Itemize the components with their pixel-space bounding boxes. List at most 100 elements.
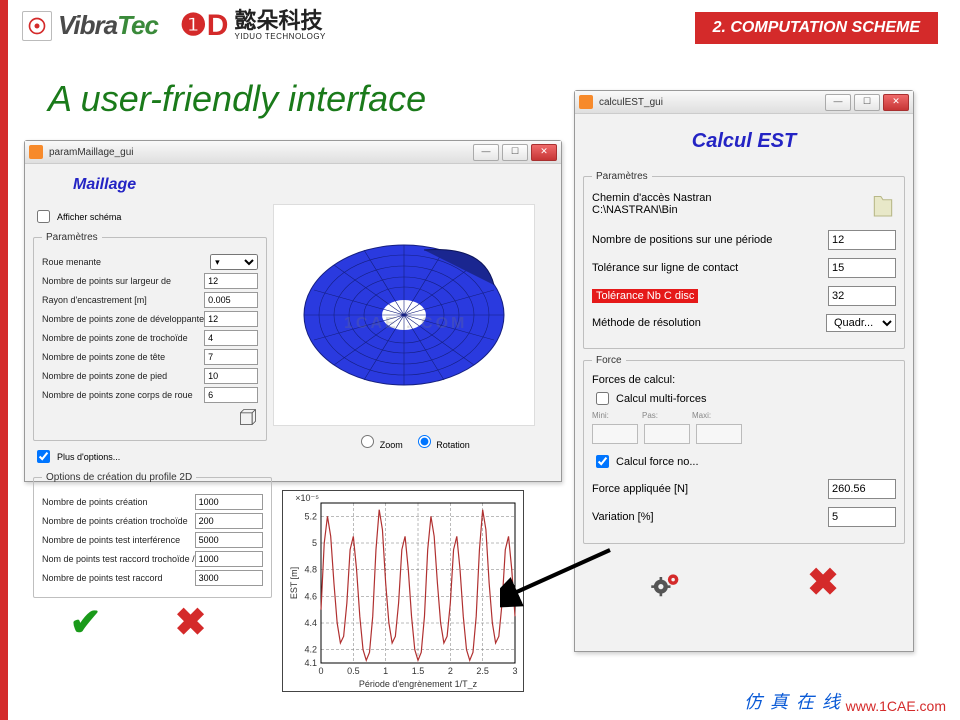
mini-input	[592, 424, 638, 444]
yiduo-icon: ❶D	[180, 8, 229, 43]
window-maillage: paramMaillage_gui — ☐ ✕ Maillage Affiche…	[24, 140, 562, 482]
view-mode-radios: Zoom Rotation	[273, 432, 553, 450]
close-button[interactable]: ✕	[883, 94, 909, 111]
radio-rotation[interactable]: Rotation	[413, 432, 470, 450]
window-title: paramMaillage_gui	[49, 147, 134, 158]
svg-text:1.5: 1.5	[412, 666, 425, 676]
svg-text:5.2: 5.2	[304, 511, 317, 521]
option-input-1[interactable]	[195, 513, 263, 529]
maximize-button[interactable]: ☐	[502, 144, 528, 161]
option-input-0[interactable]	[195, 494, 263, 510]
checkbox-afficher[interactable]: Afficher schéma	[33, 207, 243, 226]
param-input-6[interactable]	[204, 387, 258, 403]
accent-bar	[0, 0, 8, 720]
checkbox-plus-options[interactable]: Plus d'options...	[33, 447, 243, 466]
param-label: Nombre de points zone de développante	[42, 314, 204, 324]
param-label: Nombre de points sur largeur de	[42, 276, 204, 286]
roue-select[interactable]: ▾	[210, 254, 258, 270]
tolerance-nb-label: Tolérance Nb C disc	[592, 290, 828, 302]
variation-label: Variation [%]	[592, 511, 828, 523]
fieldset-calc-params: Paramètres Chemin d'accès Nastran C:\NAS…	[583, 171, 905, 349]
titlebar-calculest: calculEST_gui — ☐ ✕	[575, 91, 913, 114]
option-label: Nombre de points création	[42, 497, 195, 507]
tolerance-contact-input[interactable]	[828, 258, 896, 278]
svg-text:4.8: 4.8	[304, 565, 317, 575]
param-label: Nombre de points zone corps de roue	[42, 390, 204, 400]
svg-text:4.6: 4.6	[304, 591, 317, 601]
cancel-button[interactable]: ✖	[175, 604, 207, 642]
svg-text:4.4: 4.4	[304, 618, 317, 628]
footer-cn: 仿真在线	[744, 688, 848, 714]
arrow-icon	[500, 540, 620, 620]
run-button[interactable]	[649, 570, 675, 596]
checkbox-multi-forces[interactable]: Calcul multi-forces	[592, 389, 896, 408]
matlab-icon	[29, 145, 43, 159]
footer-url: www.1CAE.com	[846, 698, 946, 714]
svg-text:Période d'engrènement 1/T_z: Période d'engrènement 1/T_z	[359, 679, 478, 689]
option-input-3[interactable]	[195, 551, 263, 567]
param-input-3[interactable]	[204, 330, 258, 346]
option-label: Nombre de points test interférence	[42, 535, 195, 545]
forces-heading: Forces de calcul:	[592, 374, 896, 386]
mesh-cube-icon[interactable]	[238, 407, 258, 427]
titlebar-maillage: paramMaillage_gui — ☐ ✕	[25, 141, 561, 164]
window-calculest: calculEST_gui — ☐ ✕ Calcul EST Paramètre…	[574, 90, 914, 652]
param-input-4[interactable]	[204, 349, 258, 365]
svg-text:4.1: 4.1	[304, 658, 317, 668]
est-chart: 00.511.522.534.14.24.44.64.855.2×10⁻⁵EST…	[282, 490, 524, 692]
confirm-button[interactable]: ✔	[70, 604, 102, 642]
pas-input	[644, 424, 690, 444]
param-input-2[interactable]	[204, 311, 258, 327]
param-input-1[interactable]	[204, 292, 258, 308]
svg-text:0.5: 0.5	[347, 666, 360, 676]
option-input-4[interactable]	[195, 570, 263, 586]
svg-text:2.5: 2.5	[476, 666, 489, 676]
force-applied-input[interactable]	[828, 479, 896, 499]
maximize-button[interactable]: ☐	[854, 94, 880, 111]
checkbox-force-nominale[interactable]: Calcul force no...	[592, 452, 896, 471]
yiduo-logo: ❶D 懿朵科技YIDUO TECHNOLOGY	[180, 8, 326, 43]
svg-text:0: 0	[318, 666, 323, 676]
tolerance-nb-input[interactable]	[828, 286, 896, 306]
force-applied-label: Force appliquée [N]	[592, 483, 828, 495]
header: VibraTec ❶D 懿朵科技YIDUO TECHNOLOGY	[22, 8, 326, 43]
positions-input[interactable]	[828, 230, 896, 250]
cancel-button[interactable]: ✖	[807, 564, 839, 602]
param-label: Nombre de points zone de trochoïde	[42, 333, 204, 343]
method-select[interactable]: Quadr...	[826, 314, 896, 332]
minimize-button[interactable]: —	[473, 144, 499, 161]
param-label: Rayon d'encastrement [m]	[42, 295, 204, 305]
minimize-button[interactable]: —	[825, 94, 851, 111]
fieldset-parametres: Paramètres Roue menante▾ Nombre de point…	[33, 232, 267, 441]
option-label: Nombre de points création trochoïde	[42, 516, 195, 526]
tolerance-contact-label: Tolérance sur ligne de contact	[592, 262, 828, 274]
svg-text:EST [m]: EST [m]	[289, 567, 299, 599]
radio-zoom[interactable]: Zoom	[356, 432, 403, 450]
svg-text:3: 3	[512, 666, 517, 676]
positions-label: Nombre de positions sur une période	[592, 234, 828, 246]
vibratec-logo: VibraTec	[22, 10, 158, 41]
option-label: Nombre de points test raccord	[42, 573, 195, 583]
param-input-5[interactable]	[204, 368, 258, 384]
window-title: calculEST_gui	[599, 97, 663, 108]
nastran-path-value: C:\NASTRAN\Bin	[592, 204, 870, 216]
svg-text:1: 1	[383, 666, 388, 676]
param-input-0[interactable]	[204, 273, 258, 289]
browse-folder-button[interactable]	[870, 190, 896, 218]
roue-select-label: Roue menante	[42, 257, 210, 267]
maxi-input	[696, 424, 742, 444]
svg-text:×10⁻⁵: ×10⁻⁵	[295, 493, 319, 503]
method-label: Méthode de résolution	[592, 317, 826, 329]
mesh-3d-view[interactable]: 1CAE . COM	[273, 204, 535, 426]
slide-title: A user-friendly interface	[48, 78, 426, 120]
matlab-icon	[579, 95, 593, 109]
close-button[interactable]: ✕	[531, 144, 557, 161]
maillage-heading: Maillage	[73, 176, 553, 194]
option-input-2[interactable]	[195, 532, 263, 548]
param-label: Nombre de points zone de tête	[42, 352, 204, 362]
variation-input[interactable]	[828, 507, 896, 527]
watermark: 1CAE . COM	[344, 315, 467, 333]
nastran-path-label: Chemin d'accès Nastran	[592, 192, 870, 204]
svg-text:5: 5	[312, 538, 317, 548]
svg-text:2: 2	[448, 666, 453, 676]
